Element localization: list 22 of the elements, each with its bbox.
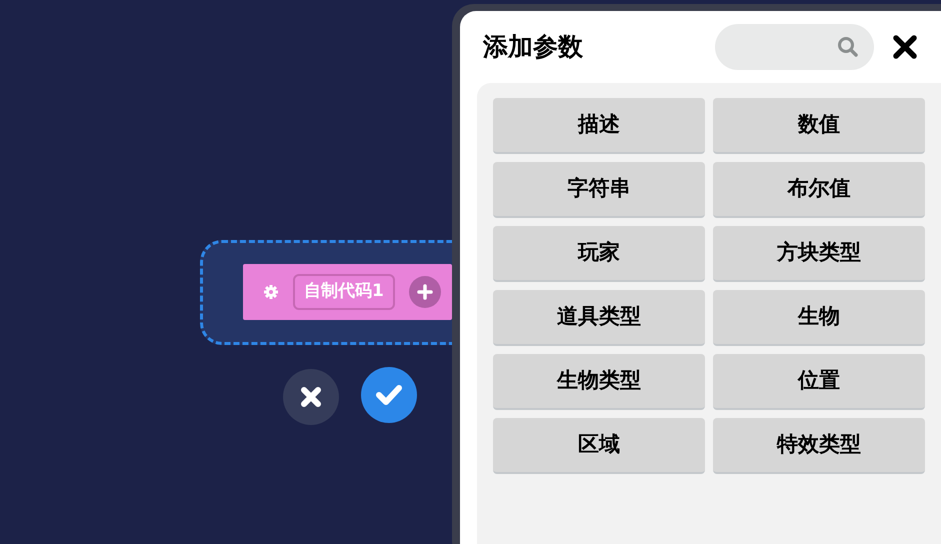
- parameter-option[interactable]: 布尔值: [713, 162, 925, 218]
- parameter-option[interactable]: 位置: [713, 354, 925, 410]
- parameter-option[interactable]: 描述: [493, 98, 705, 154]
- add-button[interactable]: [408, 276, 441, 308]
- parameter-option[interactable]: 生物类型: [493, 354, 705, 410]
- panel-title: 添加参数: [483, 31, 583, 64]
- close-icon: [299, 385, 323, 409]
- plus-icon: [416, 284, 433, 300]
- close-icon: [893, 35, 917, 59]
- parameter-option[interactable]: 区域: [493, 418, 705, 474]
- gear-icon: [263, 284, 279, 300]
- parameter-option[interactable]: 字符串: [493, 162, 705, 218]
- parameter-option[interactable]: 方块类型: [713, 226, 925, 282]
- search-icon: [836, 35, 860, 59]
- parameter-option[interactable]: 特效类型: [713, 418, 925, 474]
- parameter-option[interactable]: 道具类型: [493, 290, 705, 346]
- close-button[interactable]: [892, 34, 918, 60]
- check-icon: [375, 383, 403, 407]
- parameter-option[interactable]: 数值: [713, 98, 925, 154]
- parameter-option[interactable]: 玩家: [493, 226, 705, 282]
- parameter-option[interactable]: 生物: [713, 290, 925, 346]
- search-field[interactable]: [715, 24, 874, 70]
